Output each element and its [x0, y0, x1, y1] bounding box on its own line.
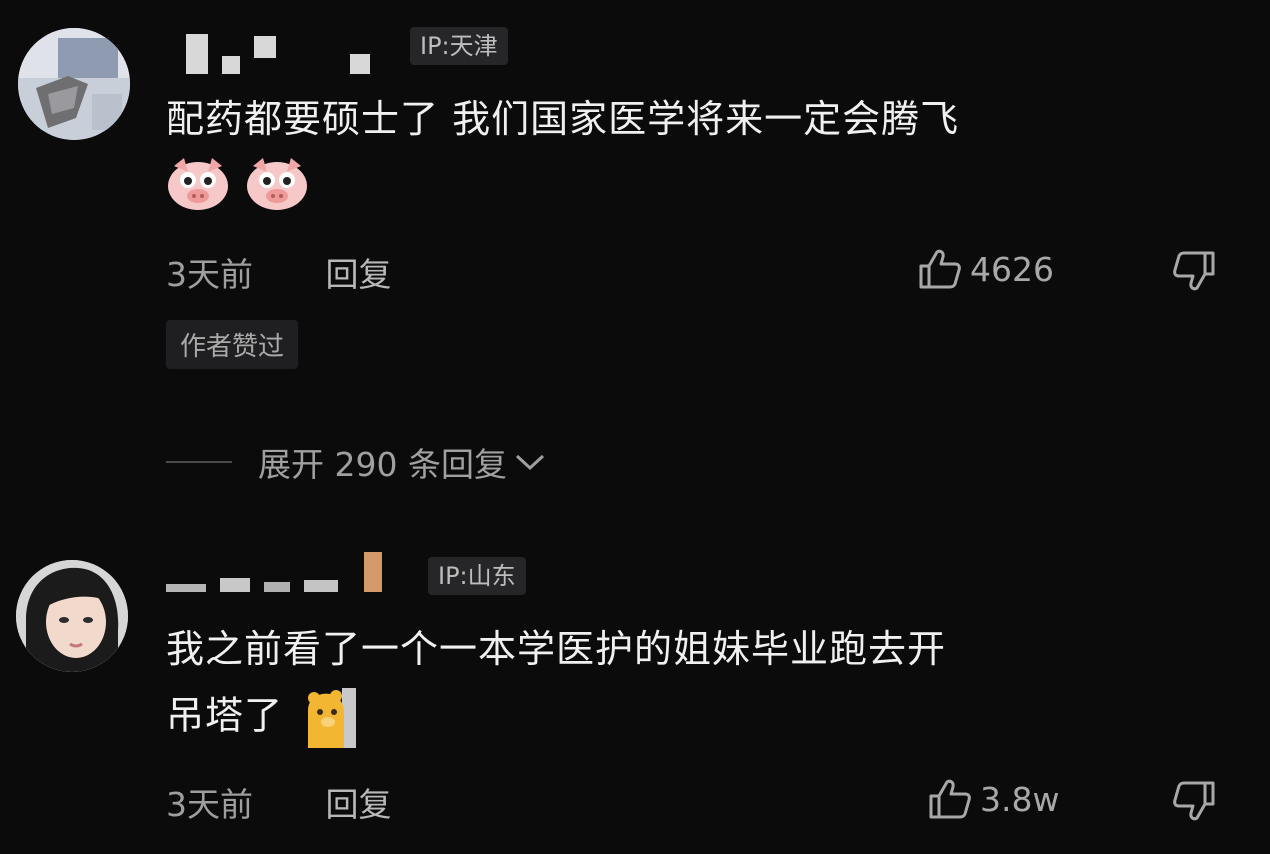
username-masked[interactable] [186, 34, 370, 74]
username-masked[interactable] [166, 552, 382, 592]
thumbs-up-icon [919, 249, 961, 289]
thumbs-up-icon [929, 779, 971, 819]
avatar-image [18, 28, 130, 140]
dislike-button[interactable] [1172, 250, 1216, 296]
chevron-down-icon [515, 454, 544, 471]
author-liked-badge: 作者赞过 [166, 320, 299, 369]
like-button[interactable]: 4626 [918, 248, 1054, 290]
comment-text: 配药都要硕士了 我们国家医学将来一定会腾飞 [166, 97, 960, 141]
thumbs-down-icon [1173, 251, 1215, 291]
thumbs-down-icon [1173, 781, 1215, 821]
like-count: 3.8w [980, 779, 1060, 819]
pig-face-emoji [247, 158, 308, 210]
emoji-row [166, 156, 319, 212]
reply-button[interactable]: 回复 [326, 778, 392, 826]
comment-meta: 3天前 回复 [166, 248, 392, 296]
ip-location-badge: IP:山东 [428, 557, 526, 595]
reply-button[interactable]: 回复 [326, 248, 392, 296]
comment-meta: 3天前 回复 [166, 778, 392, 826]
bear-peek-emoji [308, 688, 357, 748]
timestamp: 3天前 [166, 255, 253, 294]
like-button[interactable]: 3.8w [928, 778, 1059, 820]
avatar[interactable] [18, 28, 130, 140]
expand-replies-button[interactable]: 展开 290 条回复 [166, 438, 547, 486]
ip-location-badge: IP:天津 [410, 27, 508, 65]
like-count: 4626 [970, 249, 1054, 289]
divider-line [166, 461, 232, 463]
pig-face-emoji [168, 158, 228, 210]
dislike-button[interactable] [1172, 780, 1216, 826]
timestamp: 3天前 [166, 785, 253, 824]
avatar[interactable] [16, 560, 128, 672]
expand-replies-label: 展开 290 条回复 [258, 445, 507, 484]
avatar-image [16, 560, 128, 672]
comment-text-line2: 吊塔了 [166, 688, 364, 748]
comment-text-tail: 吊塔了 [166, 693, 284, 738]
comment-text: 我之前看了一个一本学医护的姐妹毕业跑去开 [166, 627, 947, 671]
